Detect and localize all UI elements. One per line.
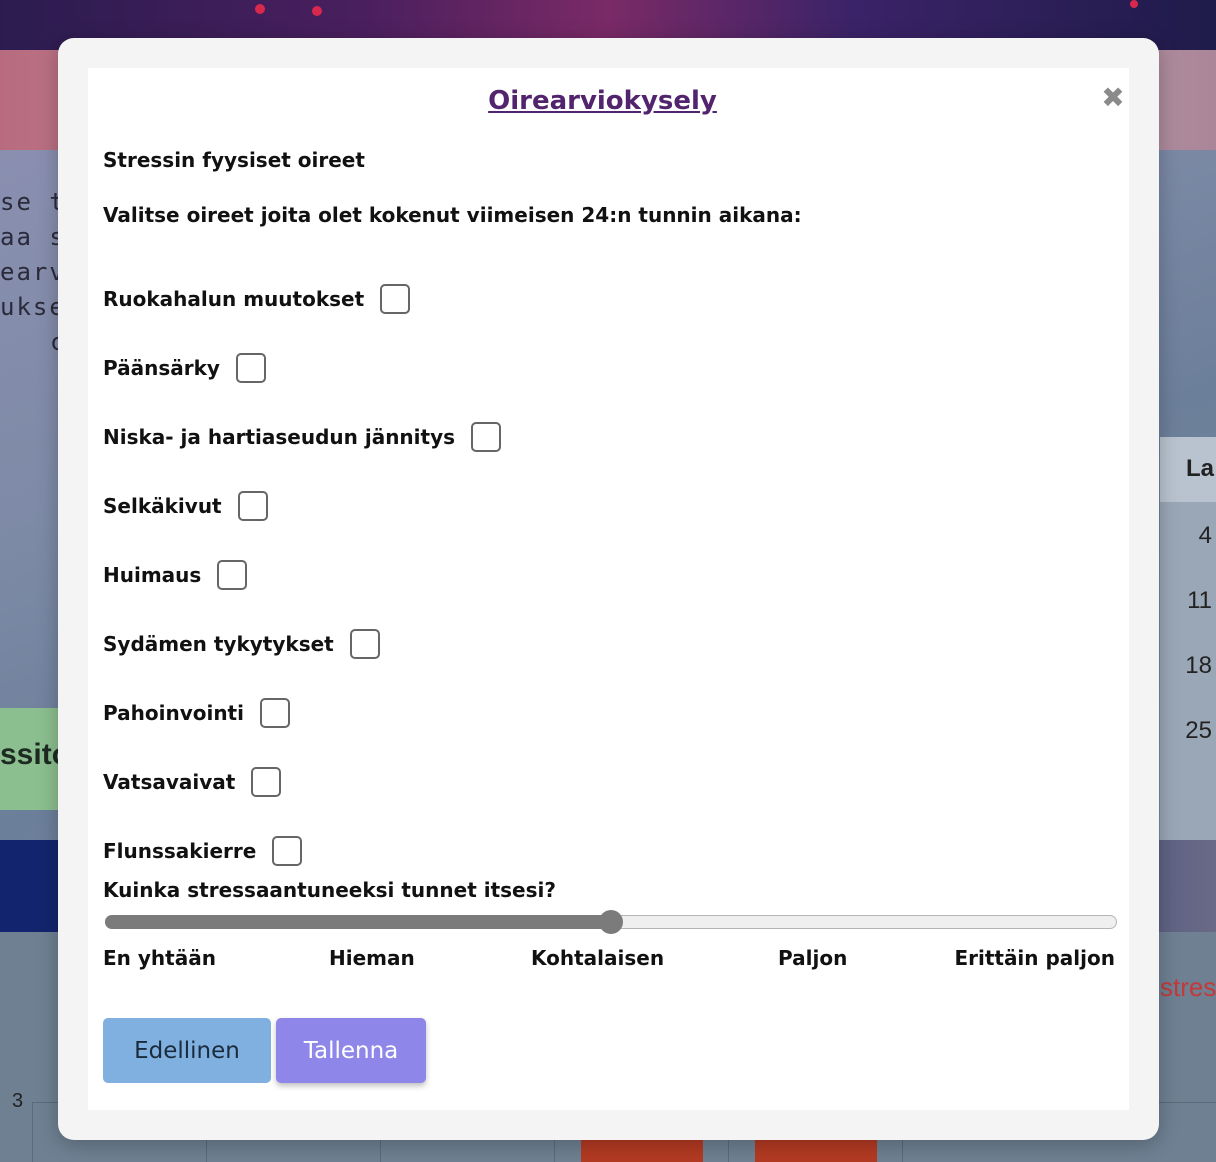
stress-slider-fill <box>105 915 611 929</box>
scale-label: Kohtalaisen <box>531 946 665 970</box>
stress-slider-thumb[interactable] <box>599 910 623 934</box>
symptom-item: Selkäkivut <box>103 471 501 540</box>
symptom-item: Vatsavaivat <box>103 747 501 816</box>
symptom-checkbox[interactable] <box>349 628 380 659</box>
symptom-checkbox[interactable] <box>259 697 290 728</box>
symptom-label: Pahoinvointi <box>103 700 244 725</box>
symptom-label: Flunssakierre <box>103 838 257 863</box>
symptom-item: Niska- ja hartiaseudun jännitys <box>103 402 502 471</box>
modal-content: ✖ Oirearviokysely Stressin fyysiset oire… <box>88 68 1129 1110</box>
scale-label: Paljon <box>778 946 848 970</box>
symptom-label: Päänsärky <box>103 355 220 380</box>
previous-button[interactable]: Edellinen <box>103 1018 271 1083</box>
symptom-survey-modal: ✖ Oirearviokysely Stressin fyysiset oire… <box>58 38 1159 1140</box>
symptom-checkbox[interactable] <box>251 766 282 797</box>
symptom-item: Ruokahalun muutokset <box>103 264 501 333</box>
symptom-list: Ruokahalun muutokset Päänsärky Niska- ja… <box>103 264 502 885</box>
symptom-checkbox[interactable] <box>380 283 411 314</box>
scale-label: Erittäin paljon <box>954 946 1115 970</box>
symptom-item: Flunssakierre <box>103 816 501 885</box>
symptom-item: Pahoinvointi <box>103 678 501 747</box>
modal-title[interactable]: Oirearviokysely <box>88 86 1117 116</box>
symptom-item: Huimaus <box>103 540 501 609</box>
stress-scale-labels: En yhtään Hieman Kohtalaisen Paljon Erit… <box>103 946 1115 974</box>
symptom-label: Ruokahalun muutokset <box>103 286 365 311</box>
modal-overlay: ✖ Oirearviokysely Stressin fyysiset oire… <box>0 0 1216 1162</box>
stress-question: Kuinka stressaantuneeksi tunnet itsesi? <box>103 878 556 902</box>
scale-label: Hieman <box>329 946 415 970</box>
symptom-label: Huimaus <box>103 562 202 587</box>
symptom-checkbox[interactable] <box>217 559 248 590</box>
save-button[interactable]: Tallenna <box>276 1018 426 1083</box>
symptom-label: Niska- ja hartiaseudun jännitys <box>103 424 456 449</box>
section-heading: Stressin fyysiset oireet <box>103 148 365 172</box>
symptom-item: Sydämen tykytykset <box>103 609 501 678</box>
symptom-checkbox[interactable] <box>235 352 266 383</box>
symptom-label: Selkäkivut <box>103 493 222 518</box>
symptom-label: Sydämen tykytykset <box>103 631 334 656</box>
scale-label: En yhtään <box>103 946 216 970</box>
symptom-checkbox[interactable] <box>272 835 303 866</box>
stress-slider[interactable] <box>105 910 1117 934</box>
symptom-label: Vatsavaivat <box>103 769 236 794</box>
symptom-checkbox[interactable] <box>237 490 268 521</box>
instruction-text: Valitse oireet joita olet kokenut viimei… <box>103 203 802 227</box>
symptom-item: Päänsärky <box>103 333 501 402</box>
symptom-checkbox[interactable] <box>471 421 502 452</box>
